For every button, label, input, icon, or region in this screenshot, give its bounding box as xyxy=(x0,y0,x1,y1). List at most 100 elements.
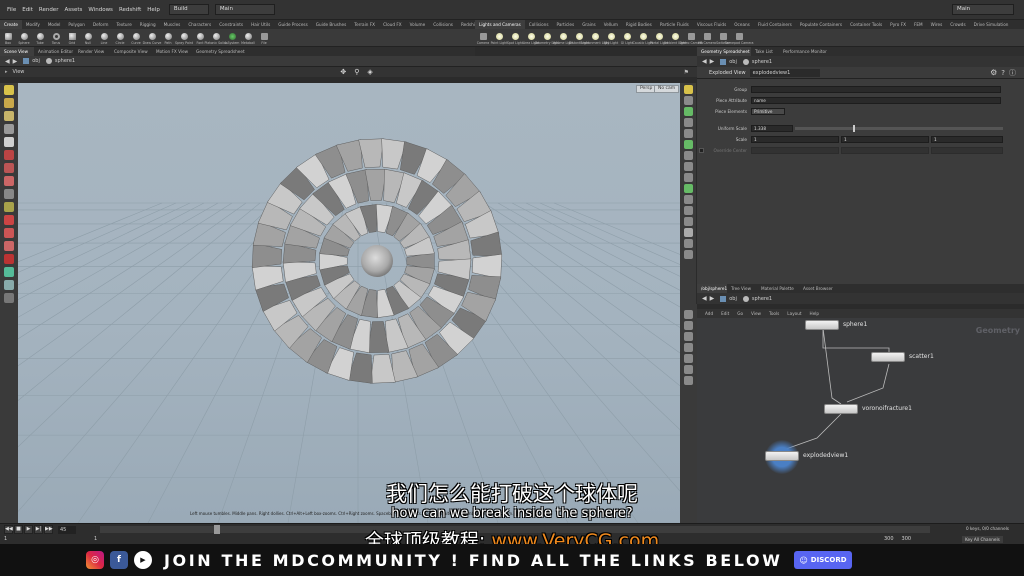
torus-tool-button[interactable]: Torus xyxy=(49,31,63,45)
environment-light-tool-button[interactable]: Environment Light xyxy=(580,31,610,45)
magnet-icon[interactable] xyxy=(4,254,14,264)
brush-icon[interactable] xyxy=(4,150,14,160)
uniform-scale-field[interactable]: 1.338 xyxy=(751,124,793,132)
shelf-tab[interactable]: FEM xyxy=(910,20,927,29)
back-arrow-icon[interactable]: ◀ xyxy=(702,58,707,65)
shelf-tab[interactable]: Particles xyxy=(553,20,579,29)
sphere-tool-button[interactable]: Sphere xyxy=(17,31,31,45)
curve-tool-button[interactable]: Curve xyxy=(129,31,143,45)
menu-file[interactable]: File xyxy=(4,7,19,13)
tab-asset-browser[interactable]: Asset Browser xyxy=(799,284,835,293)
shelf-tab[interactable]: Modify xyxy=(22,20,44,29)
normals-icon[interactable] xyxy=(683,162,693,171)
node-name-field[interactable]: explodedview1 xyxy=(749,68,820,77)
grid-tool-button[interactable]: Grid xyxy=(65,31,79,45)
shelf-tab[interactable]: Rigging xyxy=(136,20,160,29)
uniform-scale-slider-handle[interactable] xyxy=(853,124,855,132)
back-arrow-icon[interactable]: ◀ xyxy=(702,295,707,302)
network-menu-tools[interactable]: Tools xyxy=(765,309,783,318)
forward-arrow-icon[interactable]: ▶ xyxy=(710,295,715,302)
scale-y-field[interactable]: 1 xyxy=(841,135,929,143)
pose-icon[interactable] xyxy=(4,176,14,186)
shelf-tab[interactable]: Drive Simulation xyxy=(970,20,1013,29)
lock-icon[interactable] xyxy=(4,137,14,147)
camera-view-icon[interactable] xyxy=(683,228,693,237)
file-tool-button[interactable]: File xyxy=(257,31,271,45)
gamepad-camera-tool-button[interactable]: Gamepad Camera xyxy=(725,31,754,45)
back-arrow-icon[interactable]: ◀ xyxy=(5,58,10,65)
shelf-tab[interactable]: Terrain FX xyxy=(350,20,379,29)
desktop-dropdown[interactable]: Build xyxy=(168,4,209,15)
view-persp-icon[interactable] xyxy=(4,267,14,277)
shelf-tab[interactable]: Collisions xyxy=(429,20,457,29)
network-menu-add[interactable]: Add xyxy=(701,309,717,318)
uniform-scale-slider[interactable] xyxy=(795,124,1003,132)
scene-viewport[interactable]: Persp No cam xyxy=(18,83,680,523)
stereo-camera-tool-button[interactable]: Stereo Camera xyxy=(679,31,703,45)
gear-icon[interactable]: ⚙ xyxy=(990,68,997,77)
tab-material-palette[interactable]: Material Palette xyxy=(757,284,799,293)
vr-camera-tool-button[interactable]: VR Camera xyxy=(698,31,716,45)
shelf-tab[interactable]: Rigid Bodies xyxy=(622,20,656,29)
shelf-tab[interactable]: Texture xyxy=(112,20,135,29)
viewer-path-obj[interactable]: obj xyxy=(32,58,40,64)
tab-take-list[interactable]: Take List xyxy=(751,47,779,56)
path-tool-button[interactable]: Path xyxy=(161,31,175,45)
shelf-tab[interactable]: Vellum xyxy=(600,20,622,29)
piece-elements-dropdown[interactable]: Primitive xyxy=(751,107,785,115)
tab-geometry-spreadsheet[interactable]: Geometry Spreadsheet xyxy=(697,47,751,56)
context-dropdown[interactable]: Main xyxy=(214,4,275,15)
network-tool-icon[interactable] xyxy=(684,354,693,363)
piece-attribute-field[interactable]: name xyxy=(751,96,1001,104)
shelf-tab[interactable]: Cloud FX xyxy=(379,20,406,29)
menu-help[interactable]: Help xyxy=(144,7,163,13)
scale-z-field[interactable]: 1 xyxy=(931,135,1003,143)
shelf-tab[interactable]: Redshift xyxy=(457,20,475,29)
shelf-tab[interactable]: Oceans xyxy=(730,20,754,29)
shelf-tab[interactable]: Grains xyxy=(578,20,600,29)
network-path-node[interactable]: sphere1 xyxy=(752,296,772,302)
tube-tool-button[interactable]: Tube xyxy=(33,31,47,45)
network-menu-edit[interactable]: Edit xyxy=(717,309,733,318)
spot-light-tool-button[interactable]: Spot Light xyxy=(507,31,523,45)
spray-paint-tool-button[interactable]: Spray Paint xyxy=(175,31,193,45)
sphere1-node[interactable] xyxy=(805,320,839,330)
network-tool-icon[interactable] xyxy=(684,343,693,352)
menu-edit[interactable]: Edit xyxy=(19,7,36,13)
shelf-tab[interactable]: Guide Process xyxy=(274,20,312,29)
camera-dropdown[interactable]: No cam xyxy=(654,85,680,93)
shelf-tab[interactable]: Fluid Containers xyxy=(754,20,796,29)
points-icon[interactable] xyxy=(683,173,693,182)
snap-point-icon[interactable] xyxy=(4,241,14,251)
override-center-y-field[interactable] xyxy=(841,146,929,154)
shelf-tab[interactable]: Populate Containers xyxy=(796,20,846,29)
tab-composite-view[interactable]: Composite View xyxy=(110,47,152,56)
sky-light-tool-button[interactable]: Sky Light xyxy=(604,31,618,45)
ghost-icon[interactable] xyxy=(683,118,693,127)
snapshot-icon[interactable] xyxy=(683,250,693,259)
tab-render-view[interactable]: Render View xyxy=(74,47,110,56)
network-tool-icon[interactable] xyxy=(684,332,693,341)
render-region-icon[interactable] xyxy=(683,239,693,248)
line-tool-button[interactable]: Line xyxy=(97,31,111,45)
network-menu-layout[interactable]: Layout xyxy=(783,309,805,318)
prim-numbers-icon[interactable] xyxy=(683,195,693,204)
shelf-tab[interactable]: Model xyxy=(44,20,65,29)
menu-render[interactable]: Render xyxy=(36,7,62,13)
group-field[interactable] xyxy=(751,85,1001,93)
null-tool-button[interactable]: Null xyxy=(81,31,95,45)
move-icon[interactable] xyxy=(4,98,14,108)
override-center-z-field[interactable] xyxy=(931,146,1003,154)
ruler-icon[interactable] xyxy=(4,189,14,199)
network-tool-icon[interactable] xyxy=(684,365,693,374)
facebook-icon[interactable]: f xyxy=(110,551,128,569)
shelf-tab[interactable]: Lights and Cameras xyxy=(475,20,525,29)
viewer-path-node[interactable]: sphere1 xyxy=(55,58,75,64)
shelf-tab[interactable]: Guide Brushes xyxy=(312,20,350,29)
network-tool-icon[interactable] xyxy=(684,310,693,319)
info-icon[interactable]: ⓘ xyxy=(1009,68,1016,78)
network-menu-view[interactable]: View xyxy=(747,309,765,318)
voronoifracture1-node[interactable] xyxy=(824,404,858,414)
shelf-tab[interactable]: Collisions xyxy=(525,20,553,29)
tab-performance-monitor[interactable]: Performance Monitor xyxy=(779,47,831,56)
